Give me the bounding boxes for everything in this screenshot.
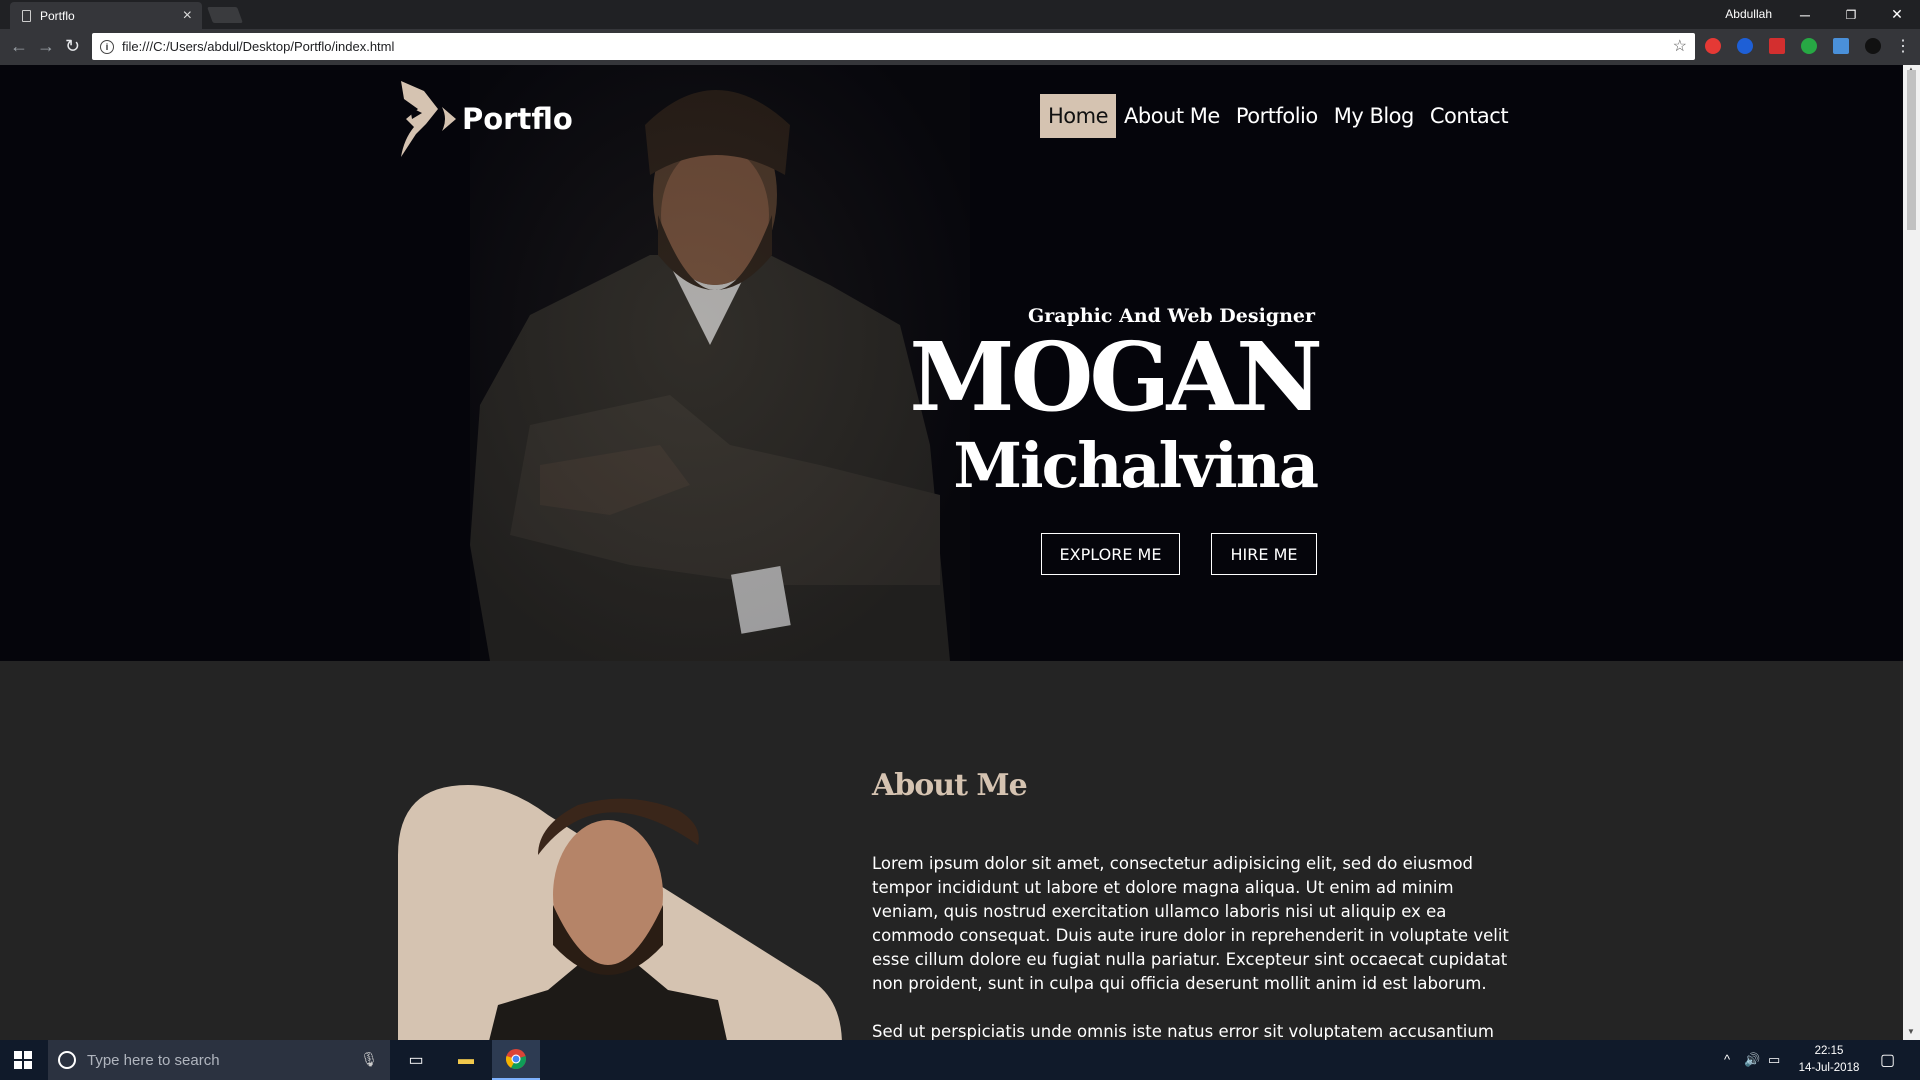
hero-section: Portflo Home About Me Portfolio My Blog … bbox=[0, 65, 1903, 661]
portflo-logo-icon bbox=[401, 81, 456, 157]
bookmark-star-icon[interactable]: ☆ bbox=[1673, 36, 1687, 56]
nav-contact[interactable]: Contact bbox=[1422, 94, 1516, 138]
page-viewport: Portflo Home About Me Portfolio My Blog … bbox=[0, 65, 1903, 1040]
extension-window-icon[interactable] bbox=[1833, 38, 1849, 54]
about-paragraph-2: Sed ut perspiciatis unde omnis iste natu… bbox=[872, 1022, 1494, 1040]
restore-button[interactable]: ❐ bbox=[1828, 0, 1874, 29]
minimize-button[interactable]: ─ bbox=[1782, 0, 1828, 29]
browser-tab[interactable]: Portflo × bbox=[10, 2, 202, 29]
clock-date: 14-Jul-2018 bbox=[1798, 1062, 1860, 1074]
scroll-thumb[interactable] bbox=[1907, 70, 1916, 230]
hero-first-name: MOGAN bbox=[909, 322, 1323, 433]
logo-text: Portflo bbox=[462, 102, 573, 136]
site-info-icon[interactable]: i bbox=[100, 39, 114, 54]
browser-toolbar: ← → ↻ i file:///C:/Users/abdul/Desktop/P… bbox=[0, 29, 1920, 65]
clock-time: 22:15 bbox=[1814, 1045, 1844, 1057]
file-explorer-icon[interactable]: ▬ bbox=[442, 1040, 490, 1080]
microphone-icon[interactable]: 🎙 bbox=[360, 1051, 378, 1068]
search-placeholder: Type here to search bbox=[87, 1051, 220, 1069]
page-icon bbox=[22, 9, 31, 22]
windows-taskbar: Type here to search 🎙 ▭ ▬ ^ 🔊 ▭ 22:15 14… bbox=[0, 1040, 1920, 1080]
new-tab-button[interactable] bbox=[207, 7, 243, 23]
page-scrollbar[interactable]: ▲ ▼ bbox=[1903, 65, 1920, 1040]
browser-titlebar: Portflo × Abdullah ─ ❐ ✕ bbox=[0, 0, 1920, 29]
tray-expand-icon[interactable]: ^ bbox=[1724, 1052, 1730, 1067]
windows-logo-icon bbox=[14, 1051, 32, 1069]
taskbar-search[interactable]: Type here to search 🎙 bbox=[48, 1040, 390, 1080]
notification-icon[interactable]: ▢ bbox=[1880, 1050, 1895, 1070]
back-icon[interactable]: ← bbox=[10, 36, 28, 57]
extension-pin-icon[interactable] bbox=[1865, 38, 1881, 54]
taskbar-clock[interactable]: 22:15 14-Jul-2018 bbox=[1788, 1043, 1870, 1077]
extension-blue-icon[interactable] bbox=[1737, 38, 1753, 54]
extension-green-icon[interactable] bbox=[1801, 38, 1817, 54]
explore-me-button[interactable]: EXPLORE ME bbox=[1041, 533, 1180, 575]
network-icon[interactable]: ▭ bbox=[1768, 1052, 1780, 1068]
nav-portfolio[interactable]: Portfolio bbox=[1228, 94, 1326, 138]
address-bar[interactable]: i file:///C:/Users/abdul/Desktop/Portflo… bbox=[92, 33, 1695, 60]
about-portrait-image bbox=[398, 785, 842, 1040]
site-logo[interactable]: Portflo bbox=[396, 79, 573, 159]
tab-title: Portflo bbox=[40, 8, 75, 23]
start-button[interactable] bbox=[0, 1040, 46, 1080]
hero-last-name: Michalvina bbox=[953, 429, 1319, 502]
menu-dots-icon[interactable]: ⋮ bbox=[1895, 36, 1911, 56]
cortana-icon bbox=[58, 1051, 76, 1069]
extension-red-icon[interactable] bbox=[1769, 38, 1785, 54]
hire-me-button[interactable]: HIRE ME bbox=[1211, 533, 1317, 575]
task-view-icon[interactable]: ▭ bbox=[392, 1040, 440, 1080]
main-nav: Home About Me Portfolio My Blog Contact bbox=[1040, 94, 1516, 138]
extension-opera-icon[interactable] bbox=[1705, 38, 1721, 54]
profile-name[interactable]: Abdullah bbox=[1725, 7, 1772, 21]
close-window-button[interactable]: ✕ bbox=[1874, 0, 1920, 29]
about-paragraph-1: Lorem ipsum dolor sit amet, consectetur … bbox=[872, 854, 1509, 993]
volume-icon[interactable]: 🔊 bbox=[1744, 1052, 1760, 1068]
nav-home[interactable]: Home bbox=[1040, 94, 1117, 138]
tab-close-icon[interactable]: × bbox=[183, 7, 192, 25]
scroll-down-icon[interactable]: ▼ bbox=[1907, 1027, 1915, 1036]
url-text: file:///C:/Users/abdul/Desktop/Portflo/i… bbox=[122, 39, 395, 54]
about-title: About Me bbox=[872, 768, 1028, 803]
forward-icon[interactable]: → bbox=[37, 36, 55, 57]
nav-my-blog[interactable]: My Blog bbox=[1326, 94, 1422, 138]
nav-about-me[interactable]: About Me bbox=[1116, 94, 1228, 138]
chrome-taskbar-icon[interactable] bbox=[492, 1040, 540, 1080]
chrome-logo-icon bbox=[506, 1049, 526, 1070]
reload-icon[interactable]: ↻ bbox=[65, 36, 80, 57]
